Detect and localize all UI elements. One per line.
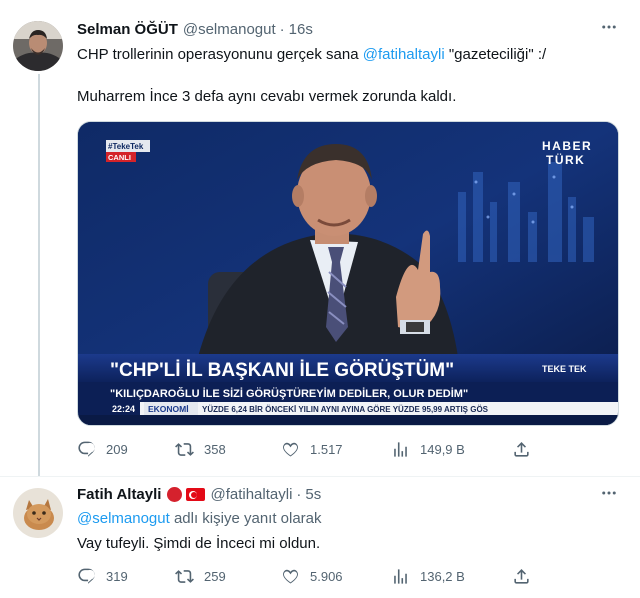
tweet-text-line1: CHP trollerinin operasyonunu gerçek sana…	[77, 45, 546, 65]
turkey-flag-icon	[186, 488, 206, 501]
like-count: 5.906	[310, 569, 343, 584]
share-button[interactable]	[512, 440, 541, 459]
author-name[interactable]: Selman ÖĞÜT	[77, 21, 178, 38]
tweet-actions: 209 358 1.517 149,9 B	[77, 440, 532, 460]
share-icon	[514, 569, 529, 584]
tweet-text-suffix: "gazeteciliği" :/	[444, 46, 547, 63]
separator-dot: ·	[279, 21, 285, 38]
red-circle-emoji-icon	[167, 487, 183, 502]
tweet-selman[interactable]: Selman ÖĞÜT @selmanogut · 16s CHP trolle…	[0, 0, 640, 476]
author-name[interactable]: Fatih Altayli	[77, 486, 161, 503]
reply-icon	[78, 441, 95, 457]
share-icon	[514, 442, 529, 457]
avatar[interactable]	[13, 488, 63, 538]
retweet-count: 358	[204, 442, 226, 457]
like-icon	[283, 569, 298, 584]
reply-count: 209	[106, 442, 128, 457]
tweet-text: Vay tufeyli. Şimdi de İnceci mi oldun.	[77, 535, 321, 552]
network-logo-line1: HABER	[542, 139, 592, 153]
view-count: 136,2 B	[420, 569, 465, 584]
reply-button[interactable]: 319	[77, 567, 128, 586]
views-icon	[394, 569, 407, 584]
like-button[interactable]: 1.517	[281, 440, 343, 459]
view-count: 149,9 B	[420, 442, 465, 457]
more-icon[interactable]	[600, 484, 618, 507]
reply-mention-link[interactable]: @selmanogut	[77, 510, 170, 527]
retweet-button[interactable]: 358	[175, 440, 226, 459]
reply-context-text: adlı kişiye yanıt olarak	[169, 510, 322, 527]
show-tag: TEKE TEK	[542, 364, 587, 374]
reply-button[interactable]: 209	[77, 440, 128, 459]
ticker-text: YÜZDE 6,24 BİR ÖNCEKİ YILIN AYNI AYINA G…	[202, 405, 489, 414]
channel-tag: #TekeTek	[108, 142, 144, 151]
live-label: CANLI	[108, 153, 131, 162]
like-count: 1.517	[310, 442, 343, 457]
retweet-button[interactable]: 259	[175, 567, 226, 586]
like-icon	[283, 442, 298, 457]
subheadline-caption: "KILIÇDAROĞLU İLE SİZİ GÖRÜŞTÜREYİM DEDİ…	[110, 387, 468, 400]
separator-dot: ·	[296, 486, 302, 503]
timestamp[interactable]: 16s	[289, 21, 313, 38]
views-button[interactable]: 149,9 B	[391, 440, 465, 459]
mention-link[interactable]: @fatihaltayli	[363, 46, 445, 63]
tweet-media[interactable]: #TekeTek CANLI HABER TÜRK "CHP'Lİ İL BAŞ…	[77, 121, 619, 426]
network-logo-line2: TÜRK	[546, 152, 585, 167]
views-button[interactable]: 136,2 B	[391, 567, 465, 586]
tweet-header: Fatih Altayli @fatihaltayli · 5s	[77, 486, 321, 503]
author-handle[interactable]: @fatihaltayli	[210, 486, 292, 503]
avatar[interactable]	[13, 21, 63, 71]
retweet-count: 259	[204, 569, 226, 584]
views-icon	[394, 442, 407, 457]
author-handle[interactable]: @selmanogut	[183, 21, 276, 38]
tweet-fatih[interactable]: Fatih Altayli @fatihaltayli · 5s @selman…	[0, 477, 640, 598]
share-button[interactable]	[512, 567, 541, 586]
tweet-actions: 319 259 5.906 136,2 B	[77, 567, 532, 587]
tweet-header: Selman ÖĞÜT @selmanogut · 16s	[77, 21, 313, 38]
ticker-label: EKONOMİ	[148, 404, 189, 414]
reply-icon	[78, 568, 95, 584]
timestamp[interactable]: 5s	[305, 486, 321, 503]
retweet-icon	[175, 443, 194, 456]
tv-frame-image: #TekeTek CANLI HABER TÜRK "CHP'Lİ İL BAŞ…	[78, 122, 618, 425]
like-button[interactable]: 5.906	[281, 567, 343, 586]
headline-caption: "CHP'Lİ İL BAŞKANI İLE GÖRÜŞTÜM"	[110, 360, 454, 381]
tweet-text-prefix: CHP trollerinin operasyonunu gerçek sana	[77, 46, 363, 63]
tweet-text-line2: Muharrem İnce 3 defa aynı cevabı vermek …	[77, 88, 457, 105]
reply-context: @selmanogut adlı kişiye yanıt olarak	[77, 509, 322, 529]
reply-count: 319	[106, 569, 128, 584]
retweet-icon	[175, 570, 194, 583]
ticker-clock: 22:24	[112, 404, 135, 414]
more-icon[interactable]	[600, 18, 618, 41]
